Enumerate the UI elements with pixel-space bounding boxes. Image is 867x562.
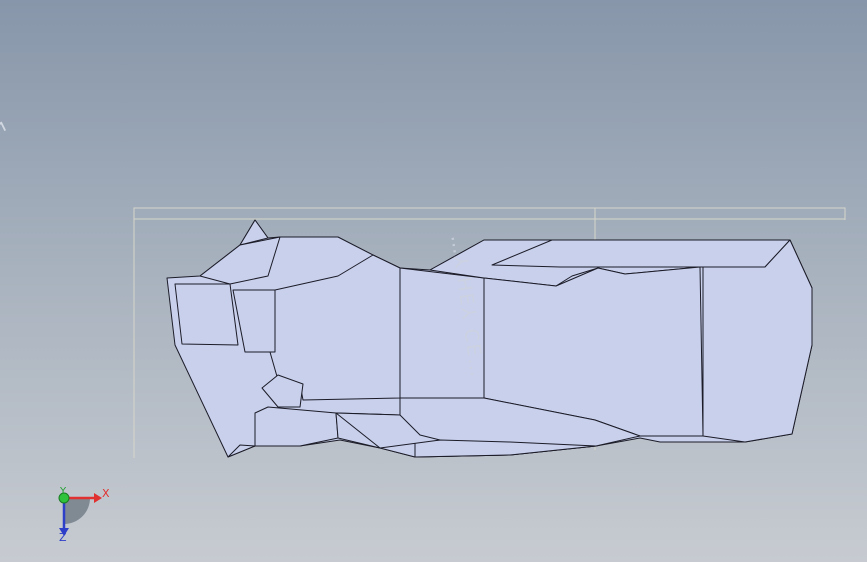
graphics-viewport[interactable]: ƎƆI˥ƎƆI˥Ⅎ …ƎƆ ⅄ƎH ⅄… X Y Z — [0, 0, 867, 562]
triad-quadrant-shape — [64, 498, 90, 524]
x-axis-label: X — [102, 487, 110, 500]
y-axis-label: Y — [60, 486, 67, 497]
axis-triad: X Y Z — [50, 484, 120, 546]
model-view[interactable] — [0, 0, 867, 562]
part-body[interactable] — [166, 219, 813, 458]
z-axis-label: Z — [59, 531, 67, 544]
